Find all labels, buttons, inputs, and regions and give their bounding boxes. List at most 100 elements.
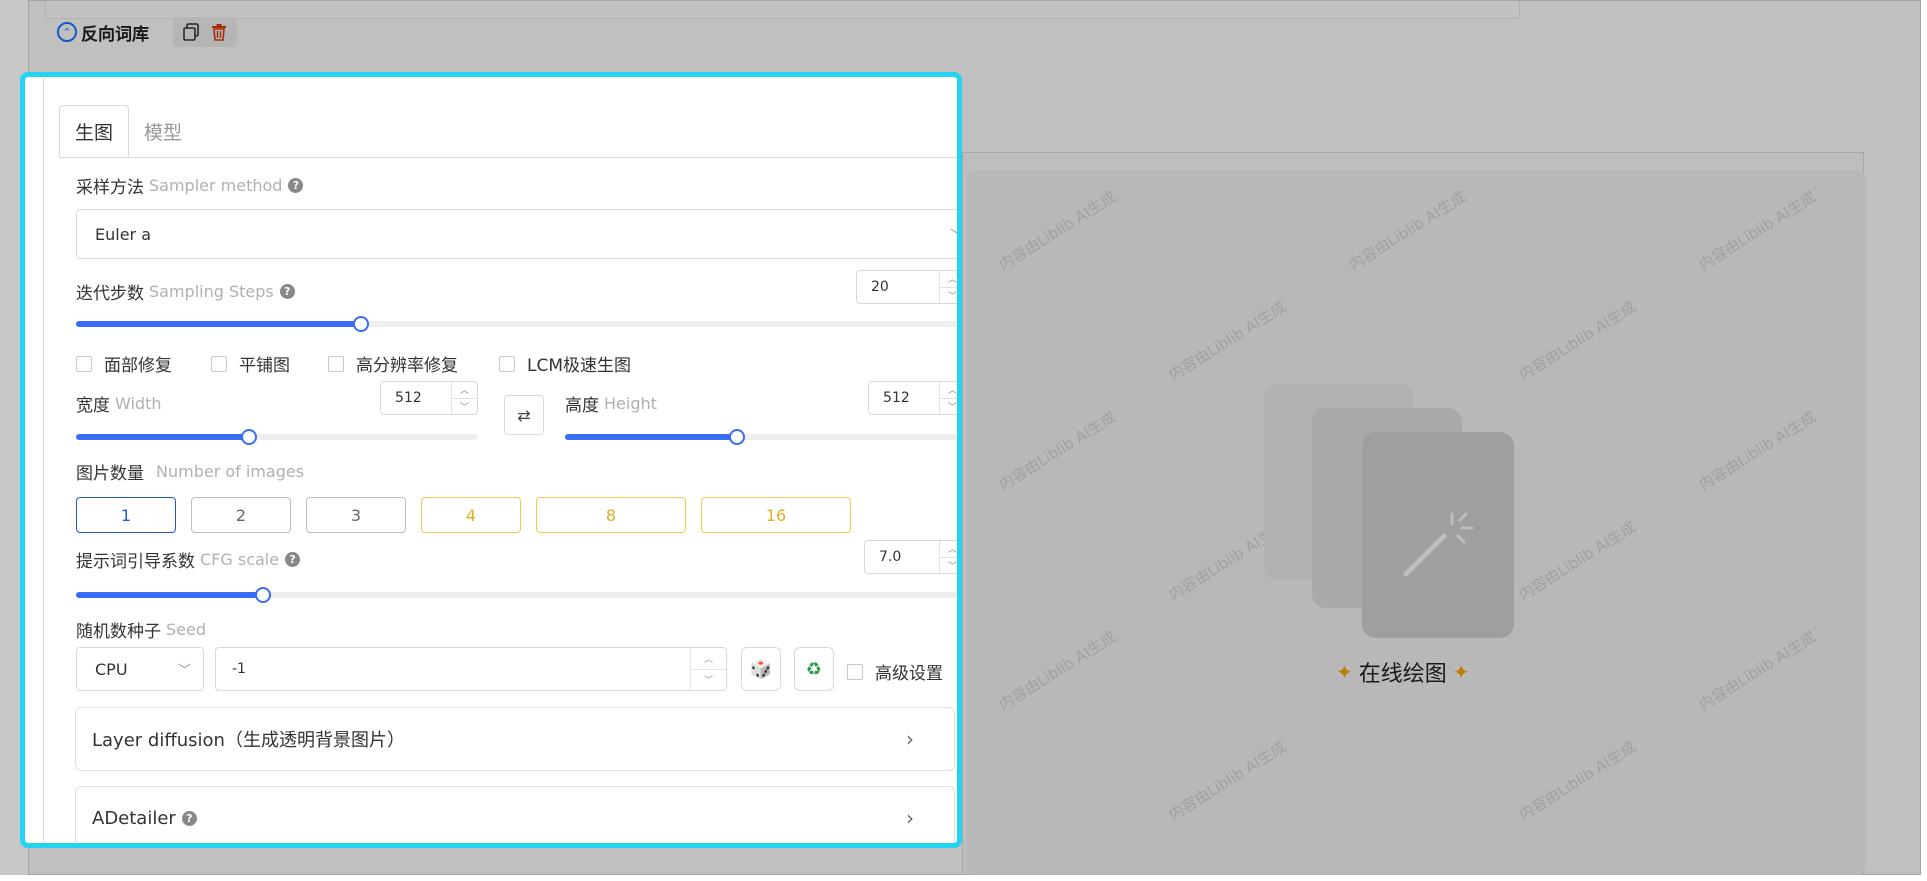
checkbox-box[interactable] xyxy=(211,355,227,372)
steps-label: 迭代步数 Sampling Steps ? xyxy=(76,279,295,304)
cfg-slider[interactable] xyxy=(76,587,957,603)
checkbox-box[interactable] xyxy=(499,355,515,372)
steps-input[interactable]: 20 ︿ ﹀ xyxy=(856,270,957,304)
width-slider-fill xyxy=(76,434,249,440)
sampler-label: 采样方法 Sampler method ? xyxy=(76,173,304,198)
face-restore-checkbox[interactable]: 面部修复 xyxy=(76,351,172,376)
step-down-icon[interactable]: ﹀ xyxy=(452,399,477,415)
count-option-3[interactable]: 3 xyxy=(306,497,406,533)
lcm-label: LCM极速生图 xyxy=(527,356,632,376)
screen-edge xyxy=(0,875,1927,881)
tab-model[interactable]: 模型 xyxy=(129,105,197,157)
checkbox-box[interactable] xyxy=(328,355,344,372)
screen-edge xyxy=(1921,0,1927,881)
height-label: 高度 Height xyxy=(565,391,657,416)
steps-stepper[interactable]: ︿ ﹀ xyxy=(939,271,957,304)
width-stepper[interactable]: ︿ ﹀ xyxy=(451,382,477,414)
tiling-checkbox[interactable]: 平铺图 xyxy=(211,351,290,376)
cfg-value: 7.0 xyxy=(879,549,902,565)
count-option-4[interactable]: 4 xyxy=(421,497,521,533)
hires-fix-label: 高分辨率修复 xyxy=(356,356,458,376)
checkbox-box[interactable] xyxy=(76,355,92,372)
step-up-icon[interactable]: ︿ xyxy=(940,382,957,399)
adetailer-label: ADetailer xyxy=(92,807,176,829)
seed-label: 随机数种子 Seed xyxy=(76,617,206,642)
height-slider[interactable] xyxy=(565,429,957,445)
lcm-checkbox[interactable]: LCM极速生图 xyxy=(499,351,631,376)
count-option-16[interactable]: 16 xyxy=(701,497,851,533)
layer-diffusion-label: Layer diffusion（生成透明背景图片） xyxy=(92,730,405,751)
sampler-select[interactable]: Euler a ﹀ xyxy=(76,209,962,259)
sampler-value: Euler a xyxy=(95,224,152,244)
num-images-label-text: 图片数量 xyxy=(76,464,144,484)
panel-tabs: 生图 模型 xyxy=(59,105,197,157)
step-down-icon[interactable]: ﹀ xyxy=(940,288,957,304)
step-up-icon[interactable]: ︿ xyxy=(940,541,957,558)
step-up-icon[interactable]: ︿ xyxy=(452,382,477,399)
recycle-icon: ♻ xyxy=(805,658,823,680)
step-up-icon[interactable]: ︿ xyxy=(940,271,957,288)
chevron-down-icon: ﹀ xyxy=(949,228,962,244)
panel-divider xyxy=(43,77,44,843)
num-images-sublabel: Number of images xyxy=(156,462,305,481)
advanced-settings-label: 高级设置 xyxy=(875,664,943,684)
swap-dimensions-button[interactable]: ⇄ xyxy=(504,395,544,435)
height-label-text: 高度 xyxy=(565,396,599,416)
help-icon[interactable]: ? xyxy=(279,284,295,299)
step-down-icon[interactable]: ﹀ xyxy=(940,558,957,574)
steps-sublabel: Sampling Steps xyxy=(149,282,274,301)
cfg-input[interactable]: 7.0 ︿ ﹀ xyxy=(864,540,957,574)
chevron-down-icon: ﹀ xyxy=(177,663,191,679)
layer-diffusion-section[interactable]: Layer diffusion（生成透明背景图片） › xyxy=(75,707,955,771)
width-input[interactable]: 512 ︿ ﹀ xyxy=(380,381,478,415)
steps-value: 20 xyxy=(871,279,889,295)
cfg-label: 提示词引导系数 CFG scale ? xyxy=(76,547,301,572)
seed-input[interactable]: -1 ︿ ﹀ xyxy=(215,647,727,691)
seed-sublabel: Seed xyxy=(166,620,206,639)
steps-slider[interactable] xyxy=(76,316,957,332)
height-input[interactable]: 512 ︿ ﹀ xyxy=(868,381,957,415)
tab-generate[interactable]: 生图 xyxy=(59,105,130,157)
adetailer-section[interactable]: ADetailer ? › xyxy=(75,786,955,843)
width-value: 512 xyxy=(395,390,422,406)
width-sublabel: Width xyxy=(115,394,162,413)
checkbox-box[interactable] xyxy=(847,663,863,680)
count-option-8[interactable]: 8 xyxy=(536,497,686,533)
dice-icon: 🎲 xyxy=(749,658,773,680)
width-label: 宽度 Width xyxy=(76,391,161,416)
step-down-icon[interactable]: ﹀ xyxy=(940,399,957,415)
seed-device-value: CPU xyxy=(95,659,128,679)
width-slider[interactable] xyxy=(76,429,478,445)
face-restore-label: 面部修复 xyxy=(104,356,172,376)
cfg-stepper[interactable]: ︿ ﹀ xyxy=(939,541,957,574)
count-option-1[interactable]: 1 xyxy=(76,497,176,533)
count-option-2[interactable]: 2 xyxy=(191,497,291,533)
reuse-seed-button[interactable]: ♻ xyxy=(794,647,834,691)
steps-slider-thumb[interactable] xyxy=(352,316,369,332)
height-sublabel: Height xyxy=(604,394,657,413)
help-icon[interactable]: ? xyxy=(181,810,197,826)
generation-settings-panel: 生图 模型 采样方法 Sampler method ? Euler a ﹀ 迭代… xyxy=(20,72,962,848)
seed-stepper[interactable]: ︿ ﹀ xyxy=(690,648,726,690)
seed-device-select[interactable]: CPU ﹀ xyxy=(76,647,204,691)
cfg-sublabel: CFG scale xyxy=(200,550,280,569)
help-icon[interactable]: ? xyxy=(285,552,301,567)
advanced-settings-checkbox[interactable]: 高级设置 xyxy=(847,659,943,684)
cfg-slider-thumb[interactable] xyxy=(254,587,271,603)
step-up-icon[interactable]: ︿ xyxy=(691,648,726,670)
steps-label-text: 迭代步数 xyxy=(76,284,144,304)
sampler-label-text: 采样方法 xyxy=(76,178,144,198)
height-value: 512 xyxy=(883,390,910,406)
random-seed-button[interactable]: 🎲 xyxy=(741,647,781,691)
step-down-icon[interactable]: ﹀ xyxy=(691,670,726,691)
height-stepper[interactable]: ︿ ﹀ xyxy=(939,382,957,415)
width-slider-thumb[interactable] xyxy=(240,429,257,445)
cfg-slider-fill xyxy=(76,592,263,598)
seed-value: -1 xyxy=(232,661,246,677)
width-label-text: 宽度 xyxy=(76,396,110,416)
sampler-sublabel: Sampler method xyxy=(149,176,283,195)
help-icon[interactable]: ? xyxy=(288,178,304,193)
chevron-right-icon: › xyxy=(906,806,914,830)
hires-fix-checkbox[interactable]: 高分辨率修复 xyxy=(328,351,458,376)
height-slider-thumb[interactable] xyxy=(729,429,746,445)
